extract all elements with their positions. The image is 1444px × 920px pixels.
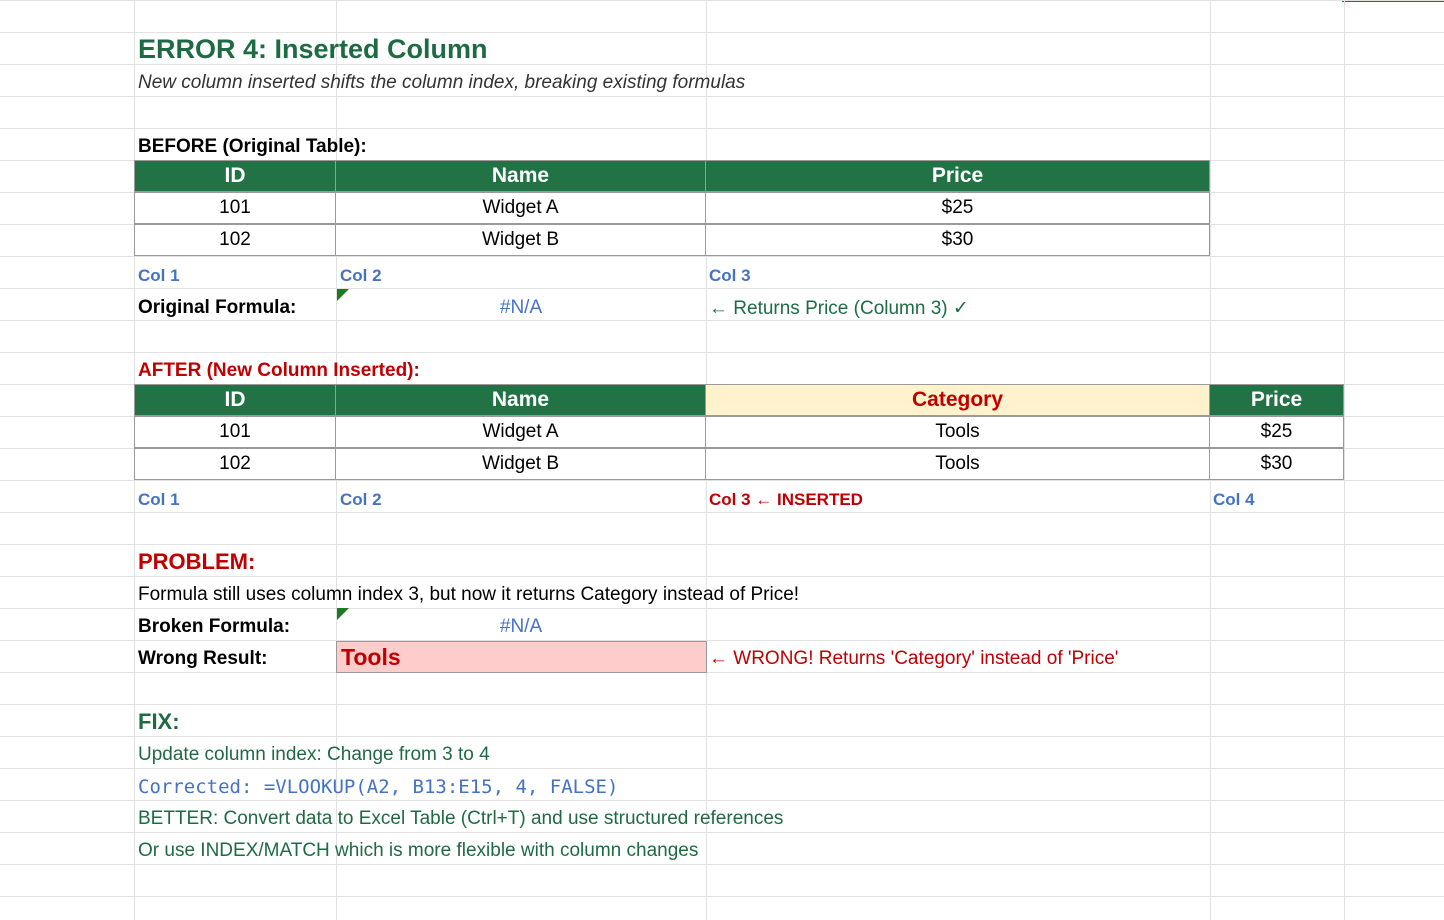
fix-line[interactable]: Update column index: Change from 3 to 4	[134, 739, 494, 771]
after-cell-name[interactable]: Widget A	[335, 416, 706, 448]
after-header-id[interactable]: ID	[134, 384, 336, 416]
fix-corrected-formula[interactable]: Corrected: =VLOOKUP(A2, B13:E15, 4, FALS…	[134, 771, 622, 803]
fix-line[interactable]: Or use INDEX/MATCH which is more flexibl…	[134, 835, 702, 867]
after-cell-id[interactable]: 102	[134, 448, 336, 480]
after-heading[interactable]: AFTER (New Column Inserted):	[134, 355, 424, 387]
before-cell-id[interactable]: 101	[134, 192, 336, 224]
original-formula-cell[interactable]: #N/A	[336, 292, 706, 324]
sheet-accent-bar	[1342, 0, 1444, 2]
before-cell-price[interactable]: $30	[705, 224, 1210, 256]
after-cell-name[interactable]: Widget B	[335, 448, 706, 480]
before-cell-name[interactable]: Widget A	[335, 192, 706, 224]
broken-formula-label[interactable]: Broken Formula:	[134, 611, 294, 643]
before-heading[interactable]: BEFORE (Original Table):	[134, 131, 371, 163]
after-header-name[interactable]: Name	[335, 384, 706, 416]
after-header-price[interactable]: Price	[1209, 384, 1344, 416]
before-header-price[interactable]: Price	[705, 160, 1210, 192]
before-header-id[interactable]: ID	[134, 160, 336, 192]
after-col-label[interactable]: Col 1	[134, 484, 184, 516]
after-col-label[interactable]: Col 4	[1209, 484, 1259, 516]
before-cell-name[interactable]: Widget B	[335, 224, 706, 256]
before-cell-id[interactable]: 102	[134, 224, 336, 256]
after-cell-category[interactable]: Tools	[705, 416, 1210, 448]
before-col-label[interactable]: Col 3	[705, 260, 755, 292]
wrong-result-note[interactable]: ← WRONG! Returns 'Category' instead of '…	[705, 643, 1122, 675]
fix-line[interactable]: BETTER: Convert data to Excel Table (Ctr…	[134, 803, 787, 835]
problem-heading[interactable]: PROBLEM:	[134, 546, 259, 578]
page-title[interactable]: ERROR 4: Inserted Column	[134, 32, 492, 66]
wrong-result-cell[interactable]: Tools	[336, 641, 707, 673]
before-col-label[interactable]: Col 2	[336, 260, 386, 292]
before-col-label[interactable]: Col 1	[134, 260, 184, 292]
after-cell-price[interactable]: $25	[1209, 416, 1344, 448]
after-cell-price[interactable]: $30	[1209, 448, 1344, 480]
before-header-name[interactable]: Name	[335, 160, 706, 192]
after-header-category[interactable]: Category	[705, 384, 1210, 416]
problem-text[interactable]: Formula still uses column index 3, but n…	[134, 579, 803, 611]
original-formula-label[interactable]: Original Formula:	[134, 292, 300, 324]
page-subtitle[interactable]: New column inserted shifts the column in…	[134, 67, 749, 99]
broken-formula-cell[interactable]: #N/A	[336, 611, 706, 643]
before-cell-price[interactable]: $25	[705, 192, 1210, 224]
after-cell-id[interactable]: 101	[134, 416, 336, 448]
after-cell-category[interactable]: Tools	[705, 448, 1210, 480]
fix-heading[interactable]: FIX:	[134, 706, 184, 738]
wrong-result-label[interactable]: Wrong Result:	[134, 643, 271, 675]
after-col-label[interactable]: Col 2	[336, 484, 386, 516]
after-col-label-inserted[interactable]: Col 3 ← INSERTED	[705, 484, 867, 516]
original-formula-note[interactable]: ← Returns Price (Column 3) ✓	[705, 292, 973, 324]
